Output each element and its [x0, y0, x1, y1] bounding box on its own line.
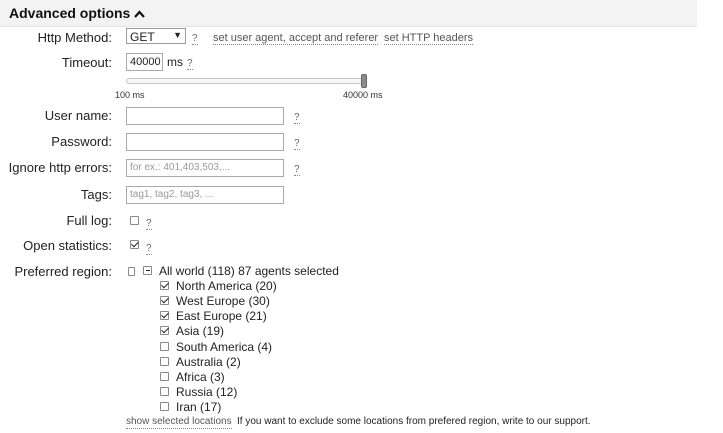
- password-label: Password:: [51, 134, 112, 149]
- password-input[interactable]: [126, 133, 284, 151]
- region-checkbox-asia[interactable]: [160, 326, 169, 335]
- tags-label: Tags:: [80, 187, 112, 202]
- open-statistics-checkbox[interactable]: [130, 240, 139, 249]
- http-method-value: GET: [130, 30, 155, 44]
- region-checkbox-iran[interactable]: [160, 402, 169, 411]
- timeout-help-icon[interactable]: ?: [187, 58, 193, 70]
- timeout-input[interactable]: 40000: [126, 53, 163, 71]
- set-http-headers-link[interactable]: set HTTP headers: [384, 32, 474, 45]
- advanced-options-title[interactable]: Advanced options: [9, 5, 146, 21]
- timeout-unit: ms: [167, 55, 183, 69]
- tags-input[interactable]: tag1, tag2, tag3, ...: [126, 186, 284, 204]
- timeout-slider-track[interactable]: [126, 78, 365, 84]
- region-label: Russia (12): [176, 385, 238, 399]
- set-user-agent-link[interactable]: set user agent, accept and referer: [213, 32, 379, 45]
- preferred-region-label: Preferred region:: [14, 264, 112, 279]
- timeout-label: Timeout:: [61, 55, 112, 70]
- region-label: West Europe (30): [176, 294, 270, 308]
- username-input[interactable]: [126, 107, 284, 125]
- full-log-checkbox[interactable]: [130, 216, 139, 225]
- region-checkbox-africa[interactable]: [160, 372, 169, 381]
- username-help-icon[interactable]: ?: [294, 112, 300, 124]
- region-checkbox-east-europe[interactable]: [160, 311, 169, 320]
- password-help-icon[interactable]: ?: [294, 138, 300, 150]
- region-label: Asia (19): [176, 324, 225, 338]
- slider-max-label: 40000 ms: [343, 90, 383, 100]
- chevron-up-icon[interactable]: [134, 5, 146, 21]
- region-expand-toggle[interactable]: [128, 267, 135, 276]
- ignore-errors-help-icon[interactable]: ?: [294, 164, 300, 176]
- region-checkbox-north-america[interactable]: [160, 281, 169, 290]
- region-checkbox-russia[interactable]: [160, 387, 169, 396]
- full-log-label: Full log:: [66, 213, 112, 228]
- open-statistics-label: Open statistics:: [23, 238, 112, 253]
- region-label: North America (20): [176, 279, 277, 293]
- slider-min-label: 100 ms: [115, 90, 145, 100]
- region-label: South America (4): [176, 340, 273, 354]
- all-world-label: All world (118) 87 agents selected: [159, 264, 339, 278]
- region-label: Africa (3): [176, 370, 225, 384]
- ignore-errors-input[interactable]: for ex.: 401,403,503,...: [126, 159, 284, 177]
- region-label: Iran (17): [176, 400, 222, 414]
- region-checkbox-australia[interactable]: [160, 357, 169, 366]
- dropdown-arrow-icon: ▼: [173, 30, 182, 40]
- region-label: Australia (2): [176, 355, 241, 369]
- advanced-options-label: Advanced options: [9, 5, 131, 21]
- http-method-help-icon[interactable]: ?: [192, 33, 198, 45]
- region-checkbox-south-america[interactable]: [160, 342, 169, 351]
- ignore-errors-label: Ignore http errors:: [8, 160, 112, 175]
- full-log-help-icon[interactable]: ?: [146, 218, 152, 230]
- username-label: User name:: [44, 108, 112, 123]
- http-method-select[interactable]: GET ▼: [126, 28, 186, 44]
- show-selected-locations-link[interactable]: show selected locations: [126, 416, 232, 429]
- region-checkbox-west-europe[interactable]: [160, 296, 169, 305]
- region-label: East Europe (21): [176, 309, 267, 323]
- timeout-slider-handle[interactable]: [361, 74, 367, 88]
- http-method-label: Http Method:: [37, 30, 112, 45]
- advanced-options-header[interactable]: Advanced options: [0, 0, 697, 27]
- region-support-note: If you want to exclude some locations fr…: [237, 416, 591, 427]
- open-statistics-help-icon[interactable]: ?: [146, 243, 152, 255]
- all-world-checkbox[interactable]: [143, 266, 152, 275]
